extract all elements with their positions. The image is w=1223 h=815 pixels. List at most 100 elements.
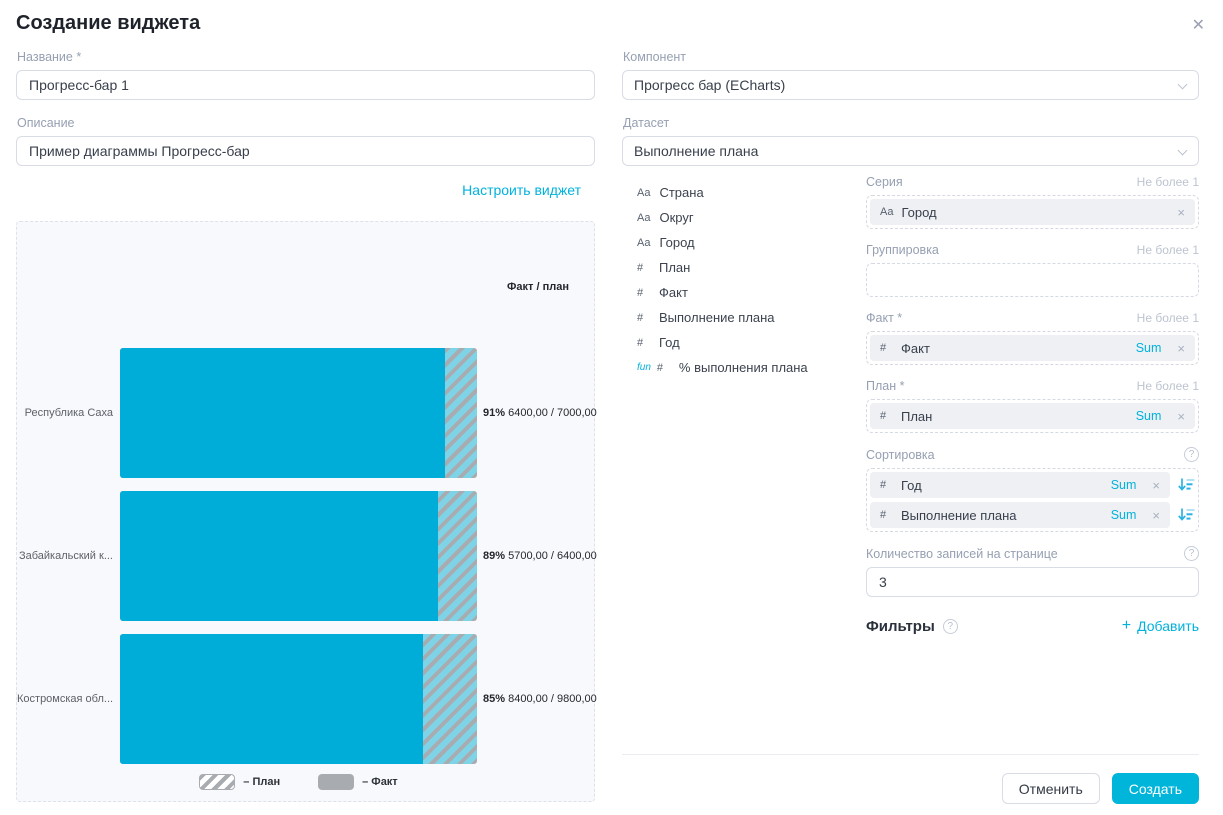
series-limit: Не более 1: [1137, 175, 1199, 189]
field-list-item[interactable]: Aa Округ: [637, 205, 866, 230]
fact-dropzone[interactable]: # Факт Sum ×: [866, 331, 1199, 365]
sorting-chip[interactable]: # Год Sum ×: [870, 472, 1170, 498]
aggregation-link[interactable]: Sum: [1136, 409, 1162, 423]
number-icon: #: [880, 342, 893, 354]
field-label: Выполнение плана: [659, 310, 775, 325]
configure-widget-link[interactable]: Настроить виджет: [462, 182, 581, 198]
text-icon: Aa: [880, 206, 893, 218]
field-label: План: [659, 260, 690, 275]
footer-divider: [622, 754, 1199, 755]
help-icon[interactable]: ?: [1184, 447, 1199, 462]
field-label: Город: [659, 235, 694, 250]
sorting-dropzone[interactable]: # Год Sum ×: [866, 468, 1199, 532]
sorting-label: Сортировка: [866, 448, 935, 462]
remove-icon[interactable]: ×: [1152, 508, 1160, 523]
bar-value-label: 91% 6400,00 / 7000,00: [483, 407, 597, 419]
widget-description-label: Описание: [17, 116, 595, 130]
remove-icon[interactable]: ×: [1152, 478, 1160, 493]
page-size-label: Количество записей на странице: [866, 547, 1058, 561]
chip-label: Выполнение плана: [901, 508, 1103, 523]
grouping-slot: Группировка Не более 1: [866, 243, 1199, 297]
series-label: Серия: [866, 175, 903, 189]
field-label: Год: [659, 335, 680, 350]
plan-bar: [120, 348, 477, 478]
dialog-title: Создание виджета: [16, 12, 200, 35]
series-dropzone[interactable]: Aa Город ×: [866, 195, 1199, 229]
number-icon: #: [657, 362, 670, 374]
dataset-label: Датасет: [623, 116, 1199, 130]
plan-chip[interactable]: # План Sum ×: [870, 403, 1195, 429]
component-label: Компонент: [623, 50, 1199, 64]
fact-bar-fill: [120, 491, 438, 621]
widget-preview-panel: Факт / план Республика Саха91% 6400,00 /…: [16, 221, 595, 802]
dataset-select-box: [622, 136, 1199, 166]
sort-descending-icon[interactable]: [1177, 507, 1195, 523]
field-label: % выполнения плана: [679, 360, 808, 375]
dialog-footer: Отменить Создать: [1002, 773, 1199, 804]
number-icon: #: [880, 410, 893, 422]
chip-label: План: [901, 409, 1128, 424]
fact-bar-fill: [120, 634, 423, 764]
help-icon[interactable]: ?: [943, 619, 958, 634]
text-icon: Aa: [637, 212, 650, 224]
function-icon: fun: [637, 362, 651, 373]
widget-description-input[interactable]: [16, 136, 595, 166]
plan-bar: [120, 491, 477, 621]
field-label: Округ: [659, 210, 693, 225]
create-button[interactable]: Создать: [1112, 773, 1199, 804]
remove-icon[interactable]: ×: [1177, 205, 1185, 220]
grouping-dropzone[interactable]: [866, 263, 1199, 297]
page-size-slot: Количество записей на странице ?: [866, 546, 1199, 597]
fact-chip[interactable]: # Факт Sum ×: [870, 335, 1195, 361]
chip-label: Город: [901, 205, 1169, 220]
widget-name-label: Название *: [17, 50, 595, 64]
remove-icon[interactable]: ×: [1177, 409, 1185, 424]
sorting-slot: Сортировка ? # Год Sum ×: [866, 447, 1199, 532]
aggregation-link[interactable]: Sum: [1136, 341, 1162, 355]
plan-swatch-icon: [199, 774, 235, 790]
fact-swatch-icon: [318, 774, 354, 790]
plan-slot: План * Не более 1 # План Sum ×: [866, 379, 1199, 433]
left-column: Название * Описание Настроить виджет Фак…: [16, 50, 595, 802]
field-list-item[interactable]: # Выполнение плана: [637, 305, 866, 330]
dataset-select[interactable]: Выполнение плана: [622, 136, 1199, 166]
sort-descending-icon[interactable]: [1177, 477, 1195, 493]
page-size-input[interactable]: [866, 567, 1199, 597]
field-list-item[interactable]: #План: [637, 255, 866, 280]
component-select[interactable]: Прогресс бар (ECharts): [622, 70, 1199, 100]
help-icon[interactable]: ?: [1184, 546, 1199, 561]
series-slot: Серия Не более 1 Aa Город ×: [866, 175, 1199, 229]
plan-dropzone[interactable]: # План Sum ×: [866, 399, 1199, 433]
fact-label: Факт *: [866, 311, 902, 325]
component-select-box: [622, 70, 1199, 100]
add-filter-label: Добавить: [1137, 618, 1199, 634]
legend-item: – Факт: [318, 774, 398, 790]
number-icon: #: [637, 312, 650, 324]
field-label: Страна: [659, 185, 703, 200]
legend-item: – План: [199, 774, 280, 790]
cancel-button[interactable]: Отменить: [1002, 773, 1100, 804]
aggregation-link[interactable]: Sum: [1111, 478, 1137, 492]
sorting-row: # Год Sum ×: [870, 472, 1195, 498]
number-icon: #: [637, 337, 650, 349]
aggregation-link[interactable]: Sum: [1111, 508, 1137, 522]
chip-label: Факт: [901, 341, 1128, 356]
field-list-item[interactable]: fun # % выполнения плана: [637, 355, 866, 380]
number-icon: #: [880, 509, 893, 521]
sorting-row: # Выполнение плана Sum ×: [870, 502, 1195, 528]
legend-label: – План: [243, 776, 280, 788]
field-list-item[interactable]: #Факт: [637, 280, 866, 305]
add-filter-button[interactable]: + Добавить: [1122, 617, 1199, 635]
field-list-item[interactable]: # Год: [637, 330, 866, 355]
series-chip[interactable]: Aa Город ×: [870, 199, 1195, 225]
remove-icon[interactable]: ×: [1177, 341, 1185, 356]
sorting-chip[interactable]: # Выполнение плана Sum ×: [870, 502, 1170, 528]
field-list-item[interactable]: AaСтрана: [637, 180, 866, 205]
chart-bar-row: Костромская обл...85% 8400,00 / 9800,00: [17, 634, 594, 764]
widget-name-input[interactable]: [16, 70, 595, 100]
create-widget-dialog: Создание виджета ✕ Название * Описание Н…: [0, 0, 1223, 815]
chart-bar-row: Республика Саха91% 6400,00 / 7000,00: [17, 348, 594, 478]
close-icon[interactable]: ✕: [1192, 18, 1205, 34]
field-list-item[interactable]: AaГород: [637, 230, 866, 255]
plus-icon: +: [1122, 617, 1131, 635]
